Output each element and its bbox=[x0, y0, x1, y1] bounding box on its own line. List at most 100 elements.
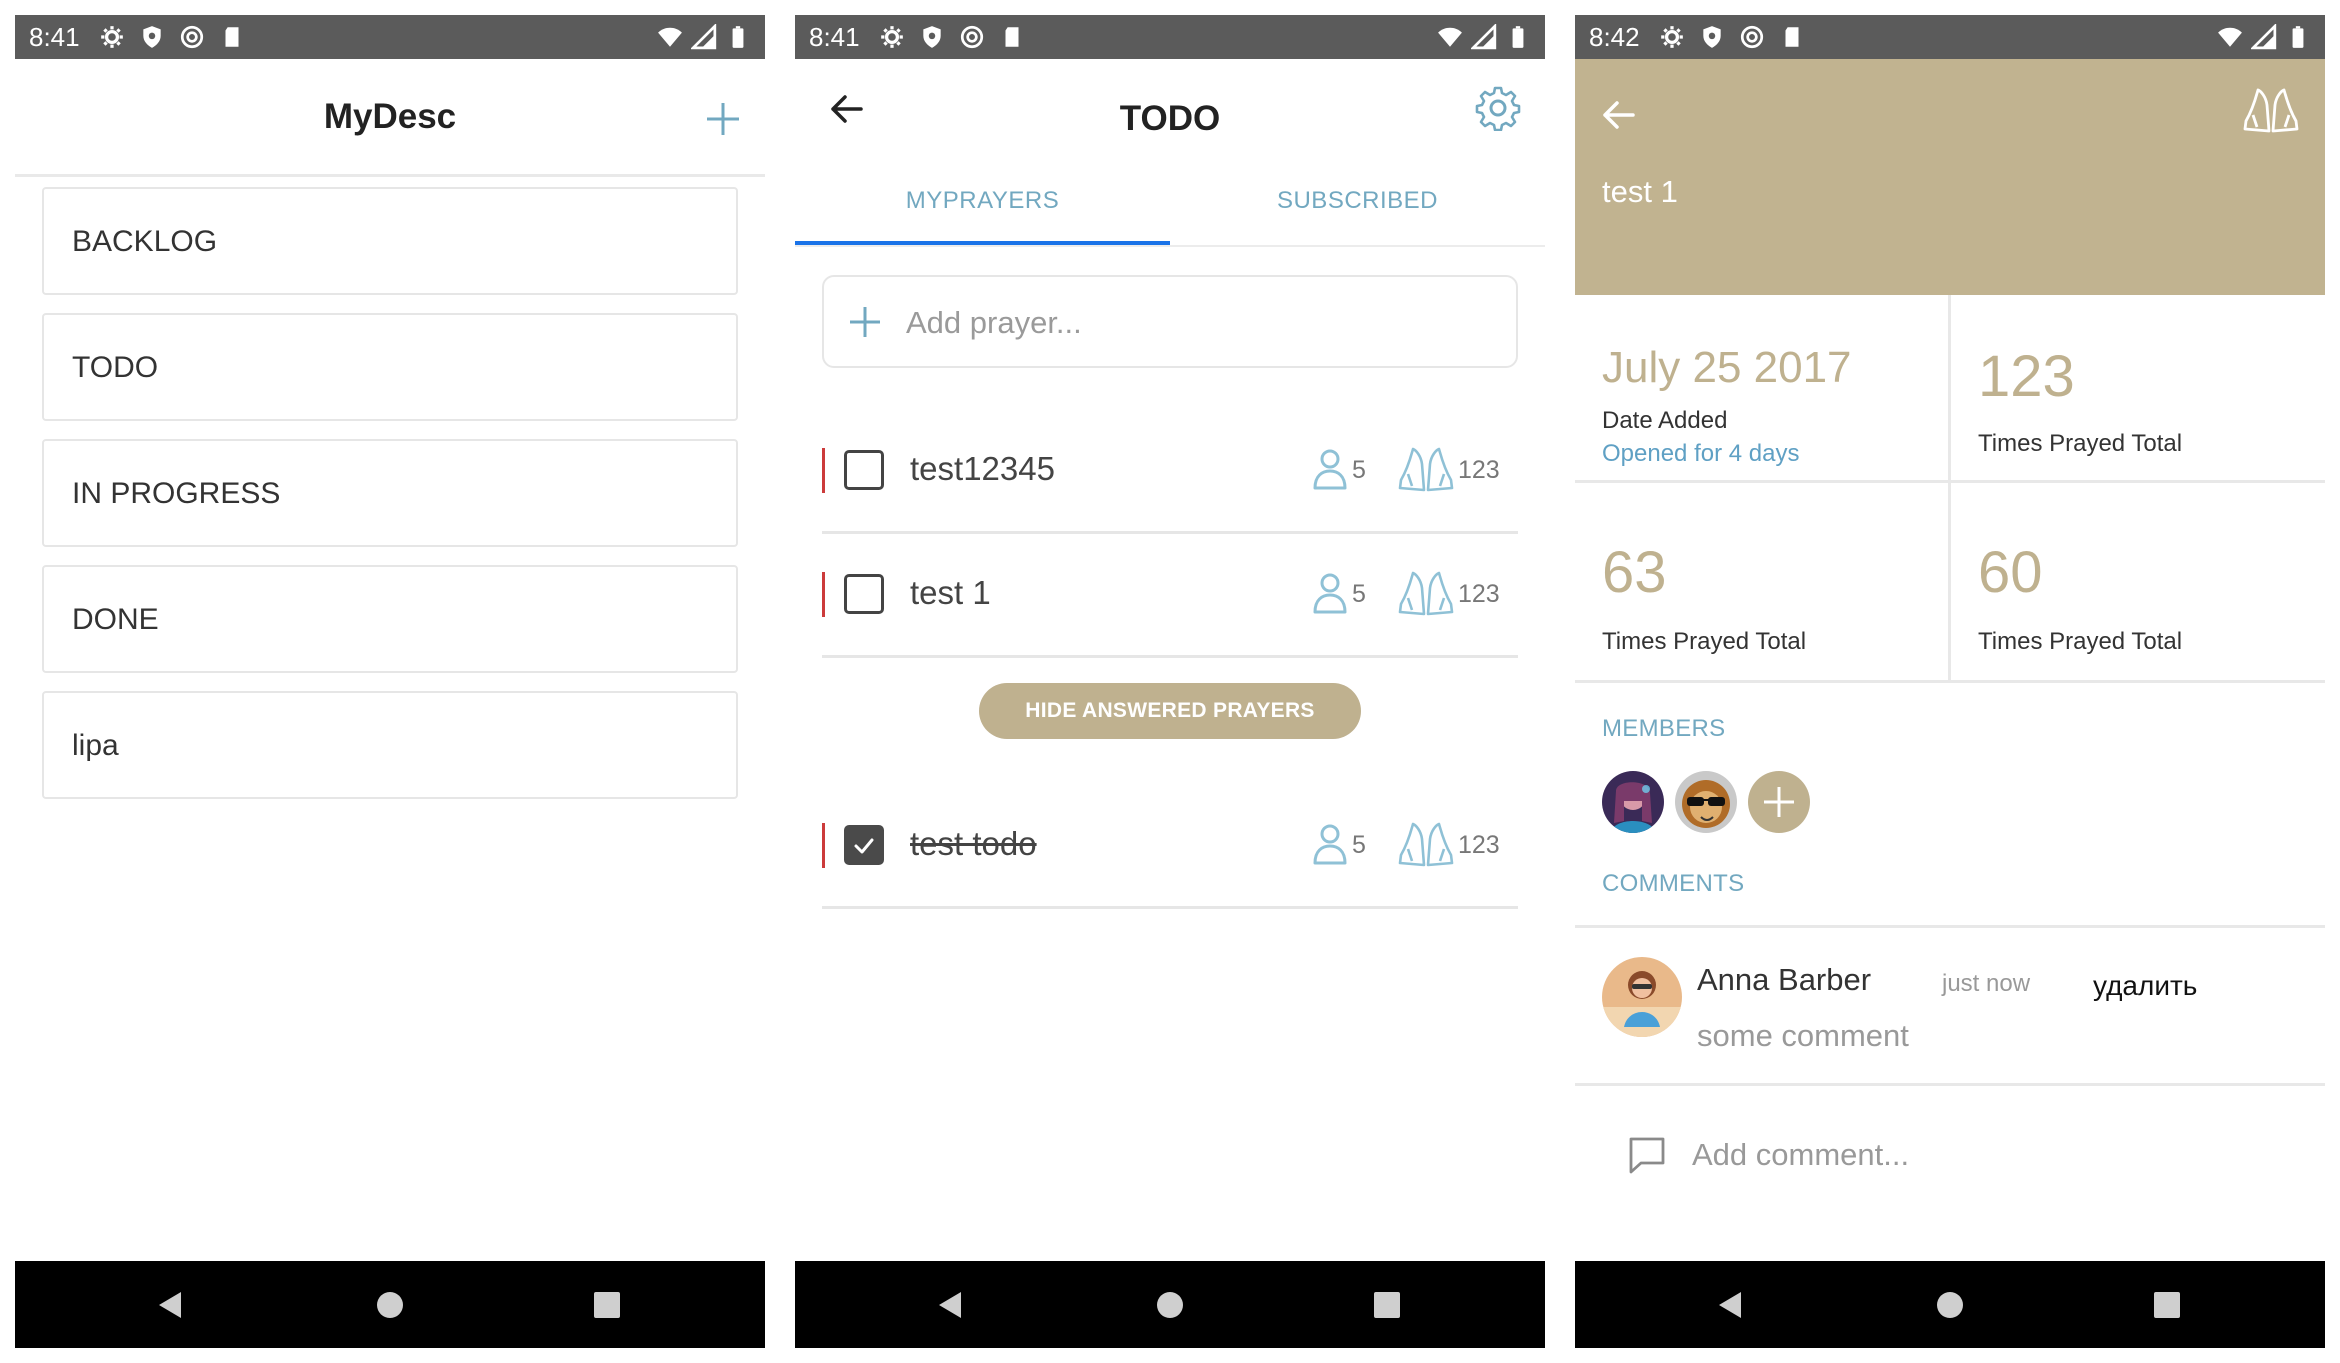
person-icon bbox=[1312, 572, 1348, 614]
tab-subscribed[interactable]: SUBSCRIBED bbox=[1170, 187, 1545, 215]
add-comment-input[interactable]: Add comment... bbox=[1692, 1137, 1909, 1173]
desk-label: IN PROGRESS bbox=[72, 477, 281, 510]
prayer-row[interactable]: test12345 5 123 bbox=[822, 412, 1518, 534]
signal-icon bbox=[2251, 24, 2277, 50]
comments-divider bbox=[1575, 925, 2325, 928]
android-nav-bar bbox=[15, 1261, 765, 1348]
praying-hands-icon bbox=[1398, 821, 1454, 867]
arrow-left-icon[interactable] bbox=[1599, 95, 1639, 135]
comment-text: some comment bbox=[1697, 1018, 1909, 1053]
comment-avatar[interactable] bbox=[1602, 957, 1682, 1037]
comment-bubble-icon bbox=[1627, 1135, 1667, 1175]
screen-desks: 8:41 MyDesc BACKLOG TODO IN PROGRESS DON… bbox=[15, 15, 765, 1348]
stat-times-prayed: 123 Times Prayed Total bbox=[1951, 295, 2325, 480]
stat-label: Times Prayed Total bbox=[1978, 628, 2183, 655]
app-header: MyDesc bbox=[15, 59, 765, 177]
nav-home-icon[interactable] bbox=[1154, 1289, 1186, 1321]
person-icon bbox=[1312, 448, 1348, 490]
prayer-marker bbox=[822, 572, 825, 617]
nav-home-icon[interactable] bbox=[374, 1289, 406, 1321]
prayer-marker bbox=[822, 448, 825, 493]
nav-recents-icon[interactable] bbox=[2151, 1289, 2183, 1321]
praying-hands-icon[interactable] bbox=[2243, 87, 2299, 133]
status-time: 8:41 bbox=[29, 22, 80, 52]
delete-comment-button[interactable]: удалить bbox=[2093, 970, 2197, 1002]
stat-opened-days: Opened for 4 days bbox=[1602, 440, 1800, 467]
settings-status-icon bbox=[99, 24, 125, 50]
nav-home-icon[interactable] bbox=[1934, 1289, 1966, 1321]
prayer-marker bbox=[822, 823, 825, 868]
desk-card-todo[interactable]: TODO bbox=[42, 313, 738, 421]
android-nav-bar bbox=[795, 1261, 1545, 1348]
status-bar: 8:41 bbox=[795, 15, 1545, 59]
stat-times-prayed: 60 Times Prayed Total bbox=[1951, 483, 2325, 668]
comments-divider bbox=[1575, 1083, 2325, 1086]
hide-answered-button[interactable]: HIDE ANSWERED PRAYERS bbox=[979, 683, 1361, 739]
member-avatar[interactable] bbox=[1675, 771, 1737, 833]
sync-status-icon bbox=[959, 24, 985, 50]
tab-myprayers[interactable]: MYPRAYERS bbox=[795, 187, 1170, 215]
prayer-checkbox[interactable] bbox=[844, 450, 884, 490]
screen-prayer-detail: 8:42 test 1 July 25 2017 Date Added Open… bbox=[1575, 15, 2325, 1348]
stat-value: 63 bbox=[1602, 540, 1667, 605]
nav-recents-icon[interactable] bbox=[591, 1289, 623, 1321]
plus-icon bbox=[848, 305, 882, 339]
status-bar: 8:42 bbox=[1575, 15, 2325, 59]
prayer-checkbox-checked[interactable] bbox=[844, 825, 884, 865]
stat-value: 123 bbox=[1978, 344, 2075, 409]
battery-icon bbox=[2285, 24, 2311, 50]
praying-hands-icon bbox=[1398, 570, 1454, 616]
battery-icon bbox=[1505, 24, 1531, 50]
prayer-title: test todo bbox=[910, 825, 1037, 862]
members-count: 5 bbox=[1352, 831, 1366, 859]
signal-icon bbox=[1471, 24, 1497, 50]
gear-icon[interactable] bbox=[1475, 85, 1521, 132]
add-prayer-input[interactable]: Add prayer... bbox=[822, 275, 1518, 368]
desk-card-in-progress[interactable]: IN PROGRESS bbox=[42, 439, 738, 547]
sdcard-status-icon bbox=[219, 24, 245, 50]
praying-hands-icon bbox=[1398, 446, 1454, 492]
comment-author: Anna Barber bbox=[1697, 962, 1872, 997]
grid-divider bbox=[1575, 680, 2325, 683]
stat-date-value: July 25 2017 bbox=[1602, 343, 1852, 392]
desk-card-backlog[interactable]: BACKLOG bbox=[42, 187, 738, 295]
stat-label: Times Prayed Total bbox=[1602, 628, 1807, 655]
comment-time: just now bbox=[1942, 970, 2031, 997]
nav-back-icon[interactable] bbox=[1715, 1289, 1747, 1321]
battery-icon bbox=[725, 24, 751, 50]
add-member-button[interactable] bbox=[1748, 771, 1810, 833]
plus-icon[interactable] bbox=[705, 101, 741, 137]
sync-status-icon bbox=[179, 24, 205, 50]
nav-back-icon[interactable] bbox=[155, 1289, 187, 1321]
stat-date-label: Date Added bbox=[1602, 407, 1728, 434]
desk-card-done[interactable]: DONE bbox=[42, 565, 738, 673]
prayer-title: test 1 bbox=[910, 574, 991, 611]
nav-back-icon[interactable] bbox=[935, 1289, 967, 1321]
person-icon bbox=[1312, 823, 1348, 865]
wifi-icon bbox=[1437, 24, 1463, 50]
add-prayer-placeholder: Add prayer... bbox=[906, 305, 1082, 340]
prayer-checkbox[interactable] bbox=[844, 574, 884, 614]
tab-active-indicator bbox=[795, 241, 1170, 245]
prayer-row-answered[interactable]: test todo 5 123 bbox=[822, 787, 1518, 909]
status-bar: 8:41 bbox=[15, 15, 765, 59]
shield-status-icon bbox=[139, 24, 165, 50]
prayer-header: test 1 bbox=[1575, 59, 2325, 295]
status-time: 8:41 bbox=[809, 22, 860, 52]
comments-heading: COMMENTS bbox=[1602, 870, 1745, 897]
stat-value: 60 bbox=[1978, 540, 2043, 605]
member-avatar[interactable] bbox=[1602, 771, 1664, 833]
prayer-row[interactable]: test 1 5 123 bbox=[822, 536, 1518, 658]
stat-label: Times Prayed Total bbox=[1978, 430, 2183, 457]
nav-recents-icon[interactable] bbox=[1371, 1289, 1403, 1321]
desk-card-lipa[interactable]: lipa bbox=[42, 691, 738, 799]
prayer-title: test12345 bbox=[910, 450, 1055, 487]
shield-status-icon bbox=[919, 24, 945, 50]
prayed-count: 123 bbox=[1458, 456, 1500, 484]
wifi-icon bbox=[2217, 24, 2243, 50]
prayed-count: 123 bbox=[1458, 831, 1500, 859]
screen-prayer-list: 8:41 TODO MYPRAYERS SUBSCRIBED Add praye… bbox=[795, 15, 1545, 1348]
tab-divider bbox=[795, 245, 1545, 247]
desk-label: DONE bbox=[72, 603, 159, 636]
settings-status-icon bbox=[1659, 24, 1685, 50]
